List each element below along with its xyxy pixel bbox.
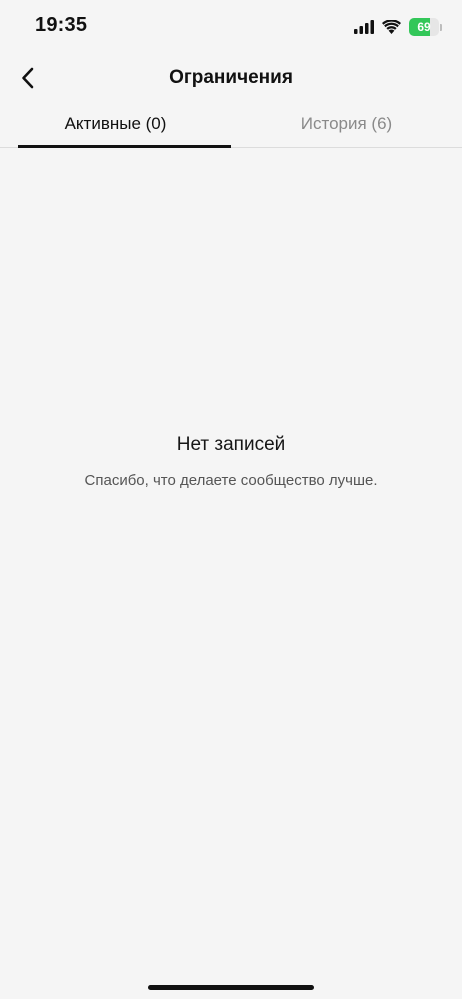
nav-header: Ограничения	[0, 56, 462, 102]
tab-history[interactable]: История (6)	[231, 104, 462, 147]
home-indicator[interactable]	[148, 985, 314, 990]
empty-state-subtitle: Спасибо, что делаете сообщество лучше.	[84, 472, 378, 489]
tab-history-label: История (6)	[300, 113, 393, 133]
status-time: 19:35	[35, 14, 88, 36]
status-bar: 19:35 69	[0, 0, 462, 56]
tab-active-label: Активные (0)	[64, 113, 167, 133]
wifi-icon	[382, 20, 401, 34]
tab-active[interactable]: Активные (0)	[0, 104, 231, 148]
tab-bar: Активные (0) История (6)	[0, 104, 462, 148]
empty-state: Нет записей Спасибо, что делаете сообщес…	[0, 434, 462, 489]
battery-charging-icon: 69	[409, 18, 442, 36]
cellular-signal-icon	[354, 20, 374, 34]
empty-state-title: Нет записей	[176, 434, 286, 455]
active-tab-indicator	[18, 145, 231, 148]
restrictions-screen: 19:35 69 Ограничения Активные (0) Истори…	[0, 0, 462, 999]
status-indicators: 69	[354, 18, 442, 36]
page-title: Ограничения	[169, 67, 293, 88]
battery-percent: 69	[417, 20, 431, 34]
